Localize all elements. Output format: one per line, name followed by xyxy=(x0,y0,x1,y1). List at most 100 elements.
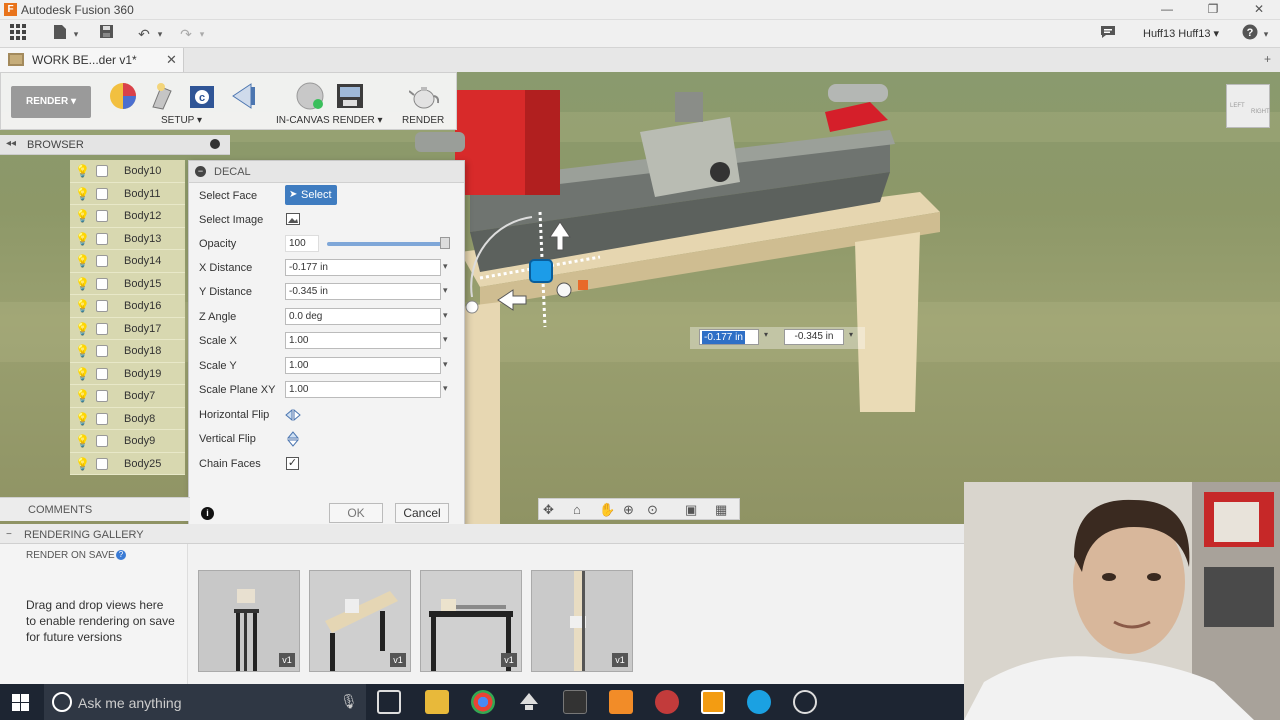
opacity-input[interactable]: 100 xyxy=(285,235,319,252)
close-tab-icon[interactable]: ✕ xyxy=(166,52,177,68)
render-thumbnail[interactable]: v1 xyxy=(309,570,411,672)
select-face-button[interactable]: ➤ Select xyxy=(285,185,337,205)
z-angle-chevron-icon[interactable]: ▾ xyxy=(443,310,448,321)
visibility-bulb-icon[interactable]: 💡 xyxy=(75,277,90,291)
grid-settings-icon[interactable]: ▦ xyxy=(715,502,727,518)
cancel-button[interactable]: Cancel xyxy=(395,503,449,523)
visibility-bulb-icon[interactable]: 💡 xyxy=(75,457,90,471)
scale-plane-chevron-icon[interactable]: ▾ xyxy=(443,383,448,394)
fusion-taskbar-icon[interactable] xyxy=(701,690,725,714)
x-distance-input[interactable]: -0.177 in xyxy=(285,259,441,276)
pan-icon[interactable]: ✋ xyxy=(599,502,615,518)
horizontal-flip-icon[interactable] xyxy=(285,407,301,423)
opacity-slider-handle[interactable] xyxy=(440,237,450,249)
notifications-icon[interactable] xyxy=(1098,24,1118,44)
browser-body-item[interactable]: 💡 Body18 xyxy=(70,340,185,363)
render-thumbnail[interactable]: v1 xyxy=(198,570,300,672)
browser-body-item[interactable]: 💡 Body9 xyxy=(70,430,185,453)
collapse-browser-icon[interactable]: ◂◂ xyxy=(6,138,16,149)
collapse-dialog-icon[interactable]: − xyxy=(195,166,206,177)
decal-icon[interactable] xyxy=(229,81,259,111)
windows-start-icon[interactable] xyxy=(12,694,29,711)
save-icon[interactable] xyxy=(96,24,116,44)
browser-body-item[interactable]: 💡 Body8 xyxy=(70,407,185,430)
ok-button[interactable]: OK xyxy=(329,503,383,523)
help-chevron-icon[interactable]: ▾ xyxy=(1256,24,1276,44)
visibility-bulb-icon[interactable]: 💡 xyxy=(75,389,90,403)
visibility-bulb-icon[interactable]: 💡 xyxy=(75,367,90,381)
scale-y-chevron-icon[interactable]: ▾ xyxy=(443,359,448,370)
redo-chevron-icon[interactable]: ▾ xyxy=(192,24,212,44)
obs-icon[interactable] xyxy=(793,690,817,714)
setup-dropdown[interactable]: SETUP ▾ xyxy=(161,115,202,126)
image-picker-icon[interactable] xyxy=(286,213,300,225)
scale-plane-input[interactable]: 1.00 xyxy=(285,381,441,398)
scale-y-input[interactable]: 1.00 xyxy=(285,357,441,374)
file-explorer-icon[interactable] xyxy=(425,690,449,714)
restore-button[interactable]: ❐ xyxy=(1190,0,1236,20)
browser-body-item[interactable]: 💡 Body11 xyxy=(70,182,185,205)
undo-chevron-icon[interactable]: ▾ xyxy=(150,24,170,44)
visibility-bulb-icon[interactable]: 💡 xyxy=(75,187,90,201)
zoom-icon[interactable]: ⊕ xyxy=(623,502,634,518)
orbit-icon[interactable]: ✥ xyxy=(543,502,554,518)
minimize-button[interactable]: — xyxy=(1144,0,1190,20)
microphone-icon[interactable]: 🎙 xyxy=(340,693,358,710)
browser-header[interactable]: ◂◂ BROWSER xyxy=(0,135,230,155)
rendering-gallery-header[interactable]: − RENDERING GALLERY xyxy=(0,524,964,544)
render-button-label[interactable]: RENDER xyxy=(402,115,444,126)
canvas-x-input[interactable]: -0.177 in xyxy=(699,329,759,345)
gallery-collapse-icon[interactable]: − xyxy=(6,529,12,540)
render-thumbnail[interactable]: v1 xyxy=(531,570,633,672)
game-app-icon[interactable] xyxy=(655,690,679,714)
viewcube[interactable]: LEFT RIGHT xyxy=(1226,84,1270,128)
document-tab[interactable]: WORK BE...der v1* ✕ xyxy=(0,48,184,72)
y-distance-input[interactable]: -0.345 in xyxy=(285,283,441,300)
browser-body-item[interactable]: 💡 Body13 xyxy=(70,227,185,250)
render-thumbnail[interactable]: v1 xyxy=(420,570,522,672)
visibility-bulb-icon[interactable]: 💡 xyxy=(75,299,90,313)
capture-image-icon[interactable] xyxy=(335,81,365,111)
y-distance-chevron-icon[interactable]: ▾ xyxy=(443,285,448,296)
browser-body-item[interactable]: 💡 Body14 xyxy=(70,250,185,273)
close-button[interactable]: ✕ xyxy=(1236,0,1280,20)
user-menu[interactable]: Huff13 Huff13 ▾ xyxy=(1143,27,1219,40)
add-tab-icon[interactable]: + xyxy=(1264,52,1271,66)
file-menu-chevron-icon[interactable]: ▾ xyxy=(66,24,86,44)
lathe-model[interactable] xyxy=(400,72,960,524)
chrome-icon[interactable] xyxy=(471,690,495,714)
in-canvas-render-icon[interactable] xyxy=(295,81,325,111)
app-grid-icon[interactable] xyxy=(8,24,28,44)
fit-icon[interactable]: ⊙ xyxy=(647,502,658,518)
vertical-flip-icon[interactable] xyxy=(285,431,301,447)
browser-body-item[interactable]: 💡 Body25 xyxy=(70,452,185,475)
browser-pin-icon[interactable] xyxy=(210,139,220,149)
visibility-bulb-icon[interactable]: 💡 xyxy=(75,232,90,246)
orange-app-icon[interactable] xyxy=(609,690,633,714)
render-teapot-icon[interactable] xyxy=(408,81,440,111)
x-distance-chevron-icon[interactable]: ▾ xyxy=(443,261,448,272)
browser-body-item[interactable]: 💡 Body7 xyxy=(70,385,185,408)
decal-dialog-header[interactable]: − DECAL xyxy=(189,161,464,183)
chain-faces-checkbox[interactable]: ✓ xyxy=(286,457,299,470)
canvas-y-input[interactable]: -0.345 in xyxy=(784,329,844,345)
skype-icon[interactable] xyxy=(747,690,771,714)
canvas-x-chevron-icon[interactable]: ▾ xyxy=(764,330,768,339)
browser-body-item[interactable]: 💡 Body19 xyxy=(70,362,185,385)
browser-body-item[interactable]: 💡 Body10 xyxy=(70,160,185,183)
scene-settings-icon[interactable] xyxy=(147,81,177,111)
browser-body-item[interactable]: 💡 Body15 xyxy=(70,272,185,295)
terminal-icon[interactable] xyxy=(563,690,587,714)
comments-panel[interactable]: COMMENTS xyxy=(0,497,190,521)
canvas-y-chevron-icon[interactable]: ▾ xyxy=(849,330,853,339)
browser-body-item[interactable]: 💡 Body12 xyxy=(70,205,185,228)
visibility-bulb-icon[interactable]: 💡 xyxy=(75,344,90,358)
texture-map-icon[interactable]: c xyxy=(187,81,217,111)
in-canvas-render-dropdown[interactable]: IN-CANVAS RENDER ▾ xyxy=(276,115,383,126)
taskbar-search-box[interactable]: Ask me anything 🎙 xyxy=(44,684,366,720)
task-view-icon[interactable] xyxy=(377,690,401,714)
workspace-switcher[interactable]: RENDER ▾ xyxy=(11,86,91,118)
browser-body-item[interactable]: 💡 Body17 xyxy=(70,317,185,340)
look-at-icon[interactable]: ⌂ xyxy=(573,502,581,517)
visibility-bulb-icon[interactable]: 💡 xyxy=(75,254,90,268)
